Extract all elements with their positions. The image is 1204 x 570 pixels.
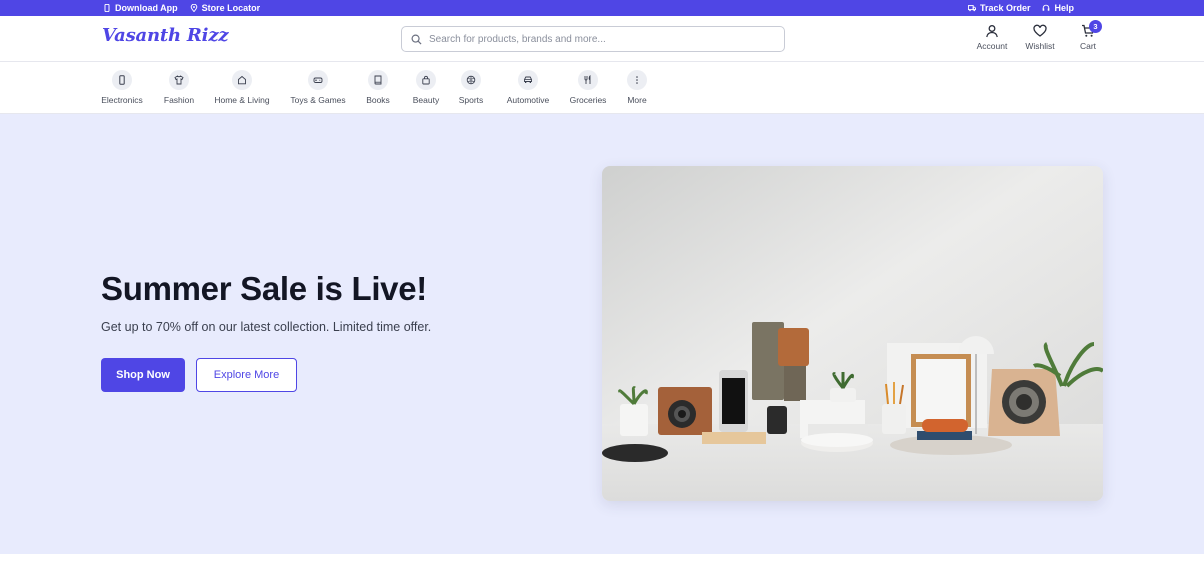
store-locator-label: Store Locator <box>201 3 261 13</box>
category-label: Sports <box>458 95 484 105</box>
download-app-label: Download App <box>115 3 178 13</box>
phone-icon <box>104 4 110 12</box>
headset-icon <box>1043 4 1050 11</box>
category-beauty[interactable]: Beauty <box>412 70 440 105</box>
hero-banner: Summer Sale is Live! Get up to 70% off o… <box>0 114 1204 554</box>
hero-title: Summer Sale is Live! <box>101 270 427 307</box>
site-logo[interactable]: Vasanth Rizz <box>102 25 229 46</box>
truck-icon <box>967 5 976 12</box>
page-bottom-area <box>0 554 1204 570</box>
gamepad-icon <box>313 77 323 83</box>
category-more[interactable]: More <box>626 70 648 105</box>
utensils-icon <box>584 75 591 84</box>
search-bar[interactable] <box>401 26 785 52</box>
cart-button[interactable]: Cart 3 <box>1072 20 1104 51</box>
hero-product-image <box>602 166 1103 501</box>
main-header: Vasanth Rizz Account Wishlist Cart 3 <box>0 16 1204 62</box>
user-icon <box>986 25 998 38</box>
ball-icon <box>466 75 476 85</box>
track-order-link[interactable]: Track Order <box>967 3 1031 13</box>
category-label: Fashion <box>163 95 195 105</box>
heart-icon <box>1033 24 1047 37</box>
account-button[interactable]: Account <box>976 24 1008 51</box>
category-label: Toys & Games <box>290 95 346 105</box>
category-label: Electronics <box>101 95 143 105</box>
category-books[interactable]: Books <box>366 70 390 105</box>
category-label: Beauty <box>412 95 440 105</box>
category-groceries[interactable]: Groceries <box>569 70 607 105</box>
explore-more-button[interactable]: Explore More <box>196 358 297 392</box>
car-icon <box>524 76 532 83</box>
track-order-label: Track Order <box>979 3 1031 13</box>
help-label: Help <box>1054 3 1074 13</box>
wishlist-label: Wishlist <box>1025 41 1055 51</box>
location-pin-icon <box>190 4 197 12</box>
category-sports[interactable]: Sports <box>458 70 484 105</box>
cart-count-badge: 3 <box>1089 20 1102 33</box>
category-automotive[interactable]: Automotive <box>505 70 551 105</box>
shop-now-button[interactable]: Shop Now <box>101 358 185 392</box>
account-label: Account <box>976 41 1008 51</box>
phone-icon <box>119 75 125 85</box>
product-still-life-illustration <box>602 166 1103 501</box>
hero-subtitle: Get up to 70% off on our latest collecti… <box>101 320 432 334</box>
home-icon <box>238 75 246 85</box>
category-nav: Electronics Fashion Home & Living Toys &… <box>0 62 1204 114</box>
cart-label: Cart <box>1079 41 1097 51</box>
category-toys-games[interactable]: Toys & Games <box>290 70 346 105</box>
category-fashion[interactable]: Fashion <box>164 70 194 105</box>
category-label: Books <box>366 95 390 105</box>
search-input[interactable] <box>429 33 784 45</box>
top-bar: Download App Store Locator Track Order H… <box>0 0 1204 16</box>
more-icon <box>636 76 638 84</box>
download-app-link[interactable]: Download App <box>103 3 178 13</box>
category-home-living[interactable]: Home & Living <box>214 70 270 105</box>
category-label: Automotive <box>506 95 550 105</box>
bag-icon <box>422 75 430 85</box>
category-label: Home & Living <box>214 95 270 105</box>
search-icon <box>411 34 422 45</box>
help-link[interactable]: Help <box>1042 3 1074 13</box>
store-locator-link[interactable]: Store Locator <box>190 3 261 13</box>
shirt-icon <box>174 75 184 85</box>
category-label: More <box>627 95 647 105</box>
category-electronics[interactable]: Electronics <box>101 70 143 105</box>
book-icon <box>374 75 382 85</box>
category-label: Groceries <box>569 95 607 105</box>
wishlist-button[interactable]: Wishlist <box>1024 24 1056 51</box>
